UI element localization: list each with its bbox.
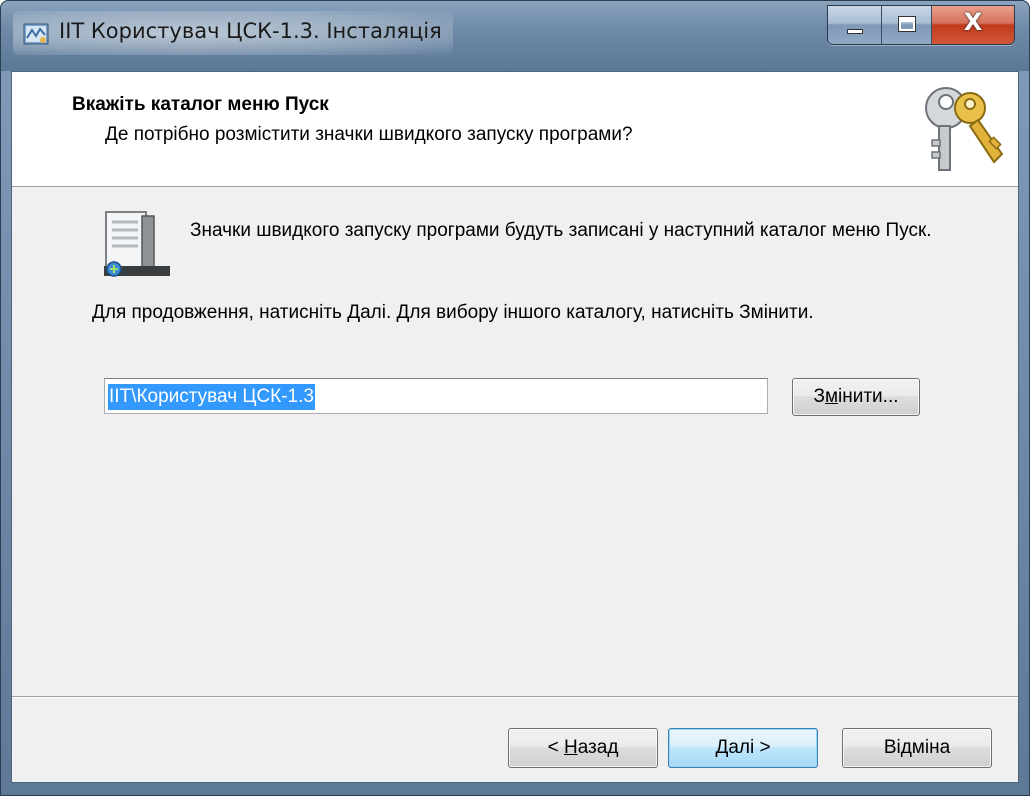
change-button-label: Змінити... — [813, 386, 899, 407]
keys-icon — [925, 87, 1004, 171]
title-bar[interactable]: ІІТ Користувач ЦСК-1.3. Інсталяція X — [1, 1, 1029, 71]
minimize-icon — [847, 29, 863, 34]
folder-value-selected: ІІТ\Користувач ЦСК-1.3 — [108, 384, 315, 410]
wizard-header: Вкажіть каталог меню Пуск Де потрібно ро… — [12, 72, 1018, 187]
caption-buttons: X — [827, 5, 1015, 45]
cancel-button[interactable]: Відміна — [842, 728, 992, 768]
close-button[interactable]: X — [932, 6, 1014, 44]
back-button[interactable]: < Назад — [508, 728, 658, 768]
app-icon — [23, 23, 49, 45]
maximize-icon — [898, 16, 916, 32]
footer-divider — [12, 696, 1018, 698]
page-title: Вкажіть каталог меню Пуск — [72, 94, 329, 115]
maximize-button[interactable] — [882, 6, 932, 44]
page-subtitle: Де потрібно розмістити значки швидкого з… — [105, 124, 633, 145]
close-icon: X — [963, 8, 983, 36]
back-button-label: < Назад — [547, 737, 619, 758]
next-button-label: Далі > — [715, 737, 771, 758]
window-title: ІІТ Користувач ЦСК-1.3. Інсталяція — [59, 19, 442, 43]
start-menu-folder-input[interactable]: ІІТ\Користувач ЦСК-1.3 — [104, 378, 768, 414]
next-button[interactable]: Далі > — [668, 728, 818, 768]
info-text: Значки швидкого запуску програми будуть … — [190, 220, 932, 241]
dialog-client-area: Вкажіть каталог меню Пуск Де потрібно ро… — [11, 71, 1019, 783]
instruction-text: Для продовження, натисніть Далі. Для виб… — [92, 302, 814, 323]
installer-window: ІІТ Користувач ЦСК-1.3. Інсталяція X Вка… — [0, 0, 1030, 796]
change-button[interactable]: Змінити... — [792, 378, 920, 416]
minimize-button[interactable] — [828, 6, 882, 44]
cancel-button-label: Відміна — [883, 737, 951, 758]
start-menu-folder-icon — [104, 211, 170, 277]
